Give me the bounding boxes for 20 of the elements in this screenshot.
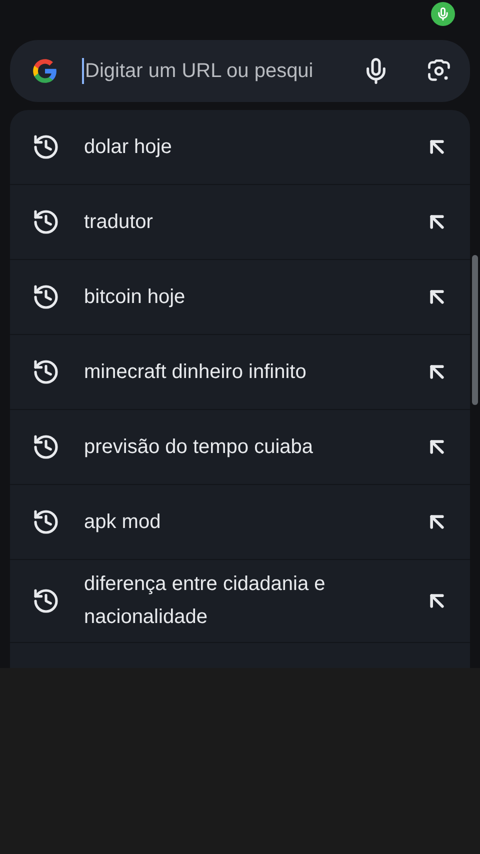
- suggestion-text[interactable]: bitcoin hoje: [84, 280, 408, 314]
- suggestion-text[interactable]: dolar hoje: [84, 130, 408, 164]
- history-icon: [32, 133, 60, 161]
- history-icon: [32, 208, 60, 236]
- history-icon: [32, 433, 60, 461]
- suggestion-text[interactable]: previsão do tempo cuiaba: [84, 430, 408, 464]
- google-logo-icon: [32, 58, 58, 84]
- history-icon: [32, 508, 60, 536]
- scrollbar-icon: [472, 255, 478, 405]
- camera-search-icon[interactable]: [426, 58, 452, 84]
- history-icon: [32, 283, 60, 311]
- suggestion-text[interactable]: apk mod: [84, 506, 408, 538]
- history-icon: [32, 358, 60, 386]
- suggestion-text[interactable]: tradutor: [84, 206, 408, 238]
- search-field[interactable]: Digitar um URL ou pesqui: [10, 40, 470, 102]
- microphone-indicator-icon: [431, 2, 455, 26]
- search-input-field[interactable]: Digitar um URL ou pesqui: [85, 56, 354, 86]
- history-icon: [32, 587, 60, 615]
- suggestion-text[interactable]: minecraft dinheiro infinito: [84, 356, 408, 388]
- suggestion-text[interactable]: diferença entre cidadania e nacionalidade: [84, 568, 408, 634]
